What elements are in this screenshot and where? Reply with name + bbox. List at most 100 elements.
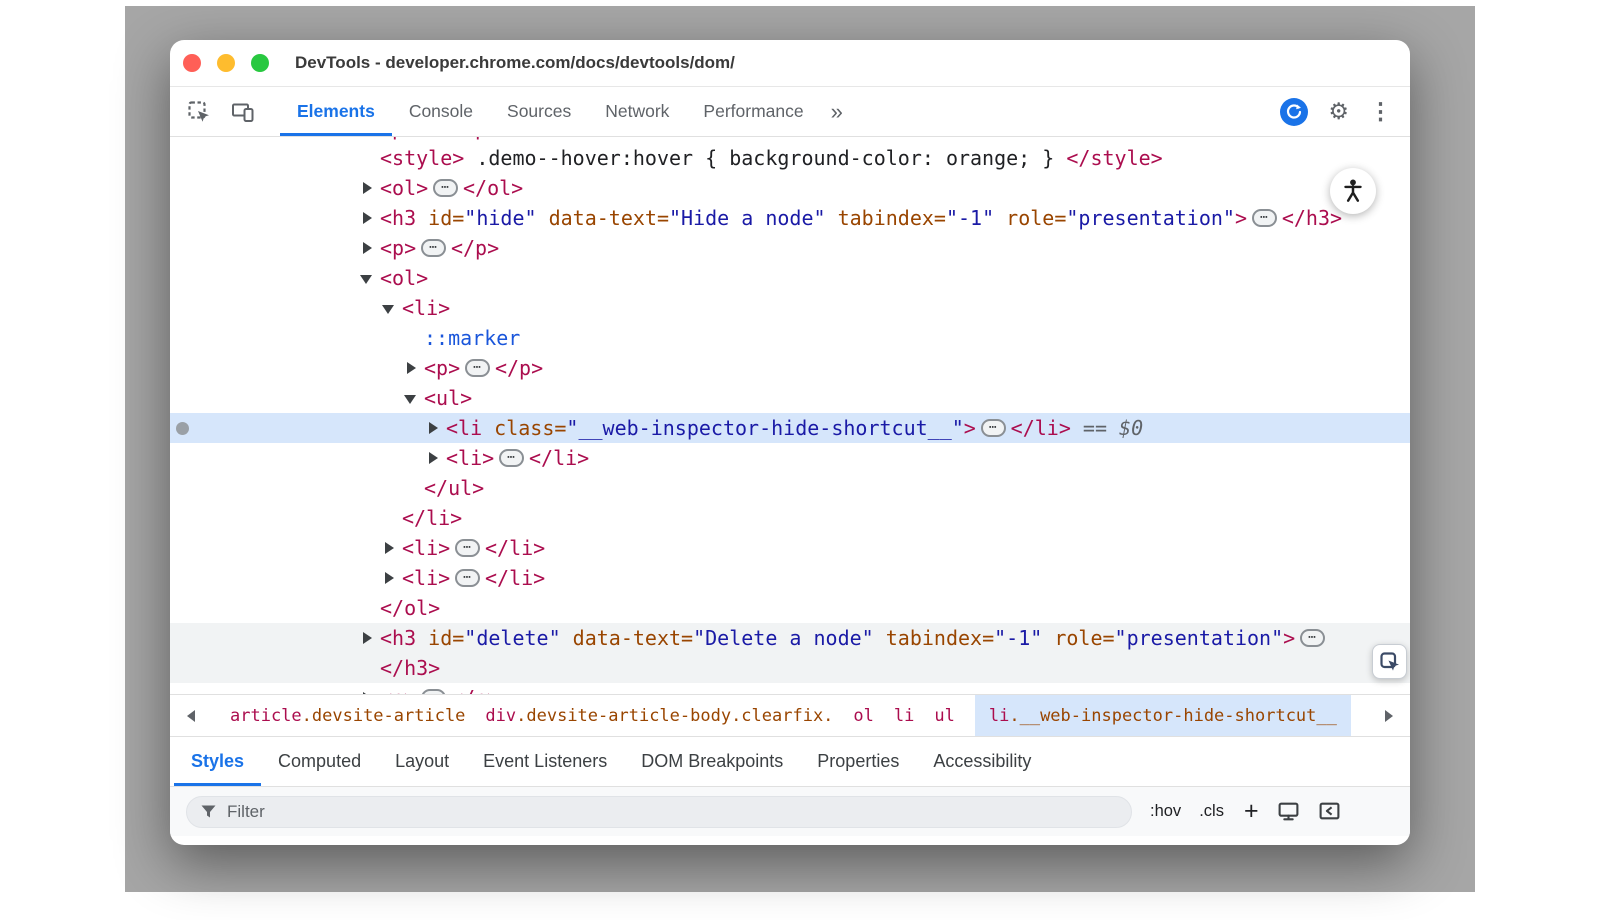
ellipsis-expander[interactable]: ⋯: [421, 239, 446, 257]
panel-tab-network[interactable]: Network: [588, 87, 686, 136]
expand-arrow-icon[interactable]: [360, 182, 380, 194]
ellipsis-expander[interactable]: ⋯: [981, 419, 1006, 437]
breadcrumb-item-li[interactable]: li.__web-inspector-hide-shortcut__: [975, 695, 1351, 736]
sidebar-tab-properties[interactable]: Properties: [800, 737, 916, 786]
expand-arrow-icon[interactable]: [426, 422, 446, 434]
kebab-menu-icon[interactable]: ⋮: [1369, 100, 1392, 123]
breadcrumb-classes: .devsite-article: [302, 706, 466, 726]
panel-tab-performance[interactable]: Performance: [686, 87, 820, 136]
code-segment-tag: <p>: [424, 353, 460, 383]
expand-arrow-icon[interactable]: [360, 273, 380, 284]
selected-node-dot: [176, 422, 189, 435]
dom-tree-row[interactable]: <p>⋯</p>: [170, 683, 1410, 694]
ellipsis-expander[interactable]: ⋯: [465, 359, 490, 377]
code-segment-tag: <ol>: [380, 263, 428, 293]
expand-arrow-icon[interactable]: [382, 303, 402, 314]
sidebar-tab-computed[interactable]: Computed: [261, 737, 378, 786]
expand-arrow-icon[interactable]: [404, 393, 424, 404]
code-segment-tag: <li>: [446, 443, 494, 473]
sidebar-tab-styles[interactable]: Styles: [174, 737, 261, 786]
ellipsis-expander[interactable]: ⋯: [455, 569, 480, 587]
dom-tree-row[interactable]: <ul>: [170, 383, 1410, 413]
expand-arrow-icon[interactable]: [404, 362, 424, 374]
styles-filter-input[interactable]: Filter: [186, 796, 1132, 828]
sidebar-tab-dom-breakpoints[interactable]: DOM Breakpoints: [624, 737, 800, 786]
more-panels-button[interactable]: »: [821, 99, 853, 125]
code-segment-tag: </p>: [451, 233, 499, 263]
dom-tree-row[interactable]: ::marker: [170, 323, 1410, 353]
sidebar-tab-event-listeners[interactable]: Event Listeners: [466, 737, 624, 786]
breadcrumb-item-ul[interactable]: ul: [934, 695, 954, 736]
breadcrumb-scroll-left-button[interactable]: [170, 695, 212, 736]
dom-tree-row[interactable]: <h3 id="hide" data-text="Hide a node" ta…: [170, 203, 1410, 233]
sync-icon[interactable]: [1280, 98, 1308, 126]
dom-tree-row[interactable]: <ol>: [170, 263, 1410, 293]
dom-tree-row[interactable]: <p>⋯</p>: [170, 353, 1410, 383]
code-segment-tag: <li>: [402, 563, 450, 593]
code-segment-val: "Delete a node": [693, 623, 874, 653]
ellipsis-expander[interactable]: ⋯: [1300, 629, 1325, 647]
element-classes-button[interactable]: .cls: [1199, 802, 1224, 821]
rendering-display-button[interactable]: [1277, 800, 1300, 823]
code-segment-pseudo: ::marker: [424, 323, 520, 353]
dom-tree-row[interactable]: </li>: [170, 503, 1410, 533]
breadcrumb-item-article[interactable]: article.devsite-article: [230, 695, 465, 736]
toggle-sidebar-button[interactable]: [1318, 800, 1341, 823]
toggle-element-state-button[interactable]: :hov: [1150, 802, 1181, 821]
breadcrumb-classes: .devsite-article-body.clearfix.: [516, 706, 833, 726]
ellipsis-expander[interactable]: ⋯: [1252, 209, 1277, 227]
expand-arrow-icon[interactable]: [360, 242, 380, 254]
sidebar-tab-accessibility[interactable]: Accessibility: [916, 737, 1048, 786]
dom-tree-rows: <p>⋯</p><style> .demo--hover:hover { bac…: [170, 137, 1410, 694]
dom-tree-row[interactable]: <li>⋯</li>: [170, 563, 1410, 593]
dom-tree-row[interactable]: <p>⋯</p>: [170, 233, 1410, 263]
device-toolbar-icon[interactable]: [228, 97, 258, 127]
expand-arrow-icon[interactable]: [360, 632, 380, 644]
expand-arrow-icon[interactable]: [382, 572, 402, 584]
breadcrumb-scroll-right-button[interactable]: [1368, 695, 1410, 736]
code-segment-tag: </li>: [1011, 413, 1071, 443]
code-segment-val: "presentation": [1115, 623, 1284, 653]
dom-tree-row[interactable]: </ul>: [170, 473, 1410, 503]
breadcrumb-item-li[interactable]: li: [894, 695, 914, 736]
breadcrumb: article.devsite-article div.devsite-artic…: [212, 695, 1368, 736]
minimize-button[interactable]: [217, 54, 235, 72]
expand-arrow-icon[interactable]: [382, 542, 402, 554]
zoom-button[interactable]: [251, 54, 269, 72]
code-segment-tag: <li>: [402, 533, 450, 563]
expand-arrow-icon[interactable]: [426, 452, 446, 464]
code-segment-val: "hide": [464, 203, 536, 233]
ellipsis-expander[interactable]: ⋯: [499, 449, 524, 467]
dom-tree-row[interactable]: </ol>: [170, 593, 1410, 623]
dom-tree-row[interactable]: <li>⋯</li>: [170, 443, 1410, 473]
dom-tree-row[interactable]: <li class="__web-inspector-hide-shortcut…: [170, 413, 1410, 443]
code-segment-attr: id=: [416, 623, 464, 653]
breadcrumb-item-div[interactable]: div.devsite-article-body.clearfix.: [485, 695, 833, 736]
ellipsis-expander[interactable]: ⋯: [433, 179, 458, 197]
inspect-element-icon[interactable]: [184, 97, 214, 127]
panel-tab-sources[interactable]: Sources: [490, 87, 588, 136]
dom-tree-row[interactable]: </h3>: [170, 653, 1410, 683]
new-style-rule-button[interactable]: +: [1244, 799, 1259, 824]
code-segment-attr: tabindex=: [826, 203, 946, 233]
title-bar: DevTools - developer.chrome.com/docs/dev…: [170, 40, 1410, 87]
code-segment-tag: <h3: [380, 203, 416, 233]
close-button[interactable]: [183, 54, 201, 72]
panel-tab-elements[interactable]: Elements: [280, 87, 392, 136]
expand-arrow-icon[interactable]: [360, 212, 380, 224]
ellipsis-expander[interactable]: ⋯: [455, 539, 480, 557]
accessibility-floating-button[interactable]: [1330, 168, 1376, 214]
dom-tree-row[interactable]: <style> .demo--hover:hover { background-…: [170, 143, 1410, 173]
panel-tab-console[interactable]: Console: [392, 87, 490, 136]
settings-gear-icon[interactable]: ⚙: [1328, 100, 1349, 123]
dom-tree-row[interactable]: <li>: [170, 293, 1410, 323]
sidebar-tab-layout[interactable]: Layout: [378, 737, 466, 786]
devtools-window: DevTools - developer.chrome.com/docs/dev…: [170, 40, 1410, 845]
styles-sidebar-tab-strip: StylesComputedLayoutEvent ListenersDOM B…: [170, 737, 1410, 787]
breadcrumb-tag-name: ol: [853, 706, 873, 726]
dom-tree-row[interactable]: <h3 id="delete" data-text="Delete a node…: [170, 623, 1410, 653]
dom-tree-row[interactable]: <li>⋯</li>: [170, 533, 1410, 563]
dom-tree-row[interactable]: <ol>⋯</ol>: [170, 173, 1410, 203]
breadcrumb-item-ol[interactable]: ol: [853, 695, 873, 736]
scroll-into-view-button[interactable]: [1372, 644, 1407, 679]
